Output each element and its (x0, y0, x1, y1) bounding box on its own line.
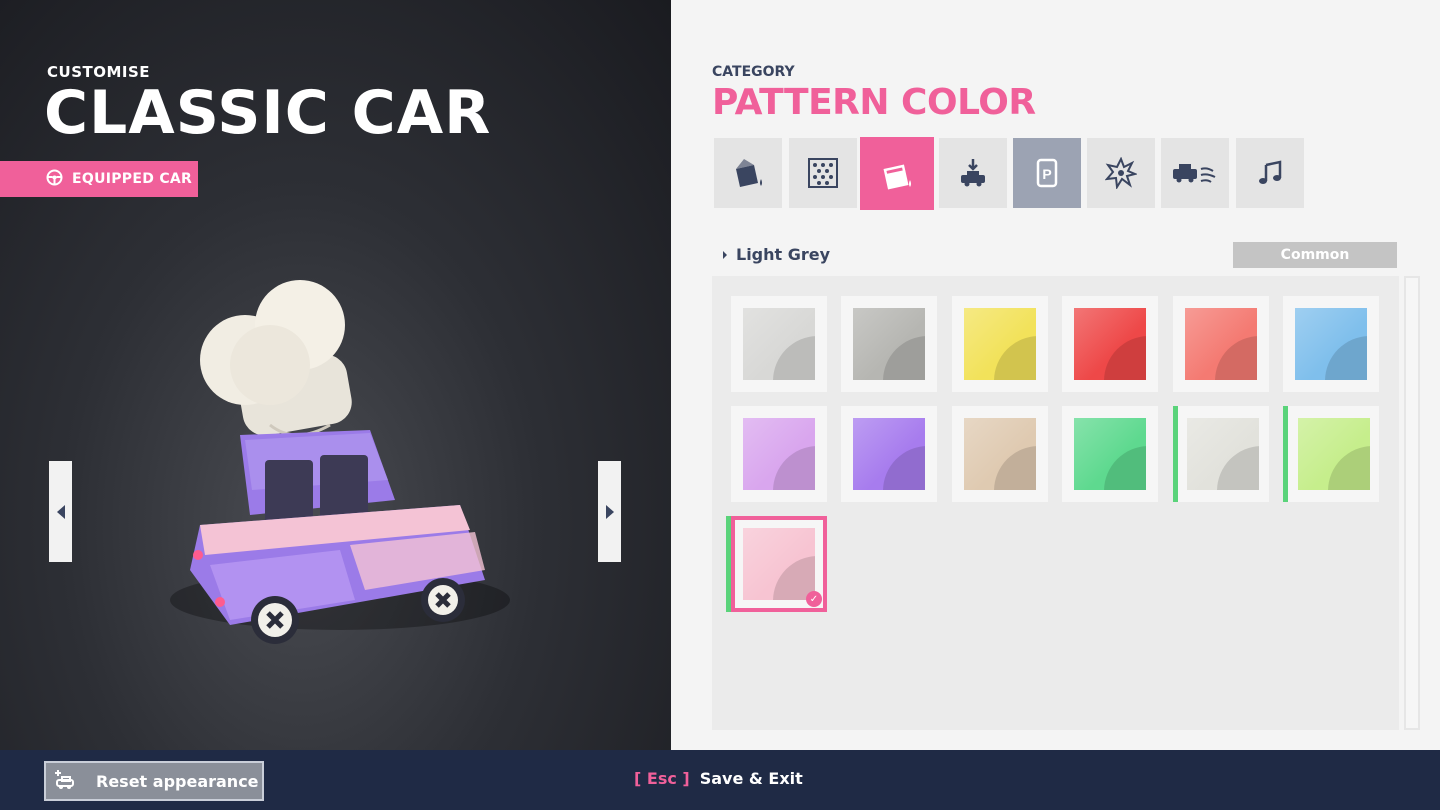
customise-panel: CATEGORY PATTERN COLOR P Light Grey Comm… (671, 0, 1440, 750)
swatch-color (963, 308, 1036, 380)
category-title: PATTERN COLOR (712, 82, 1036, 123)
swatch-scrollbar[interactable] (1404, 276, 1420, 730)
save-exit-label: Save & Exit (699, 769, 803, 788)
paint-bucket-icon (736, 159, 762, 187)
color-swatch[interactable] (951, 296, 1048, 392)
color-swatch[interactable] (1283, 406, 1379, 502)
color-swatch-grid: ✓ (712, 276, 1399, 730)
wheel-icon (421, 578, 465, 622)
swatch-color (853, 418, 926, 490)
color-swatch[interactable] (731, 406, 827, 502)
color-swatch[interactable] (841, 406, 938, 502)
selected-color-name: Light Grey (722, 245, 830, 264)
reset-label: Reset appearance (96, 771, 259, 791)
caret-right-icon (723, 250, 727, 259)
reset-appearance-button[interactable]: Reset appearance (44, 761, 264, 801)
chevron-right-icon (605, 504, 614, 519)
esc-key-label: [ Esc ] (634, 769, 690, 788)
swatch-color (1074, 418, 1147, 490)
checkmark-icon: ✓ (806, 591, 822, 607)
tab-music[interactable] (1236, 138, 1304, 208)
pattern-color-bucket-icon (883, 164, 911, 189)
explosion-icon (1105, 157, 1137, 189)
swatch-color (853, 308, 926, 380)
tab-paint[interactable] (714, 138, 782, 208)
license-plate-icon: P (1036, 158, 1058, 188)
swatch-color (1297, 418, 1370, 490)
swatch-color (1295, 308, 1367, 380)
swatch-color (743, 528, 815, 600)
color-swatch[interactable] (841, 296, 938, 392)
save-exit-hint[interactable]: [ Esc ] Save & Exit (634, 769, 803, 788)
category-label: CATEGORY (712, 64, 795, 80)
chevron-left-icon (56, 504, 65, 519)
equipped-badge: EQUIPPED CAR (0, 161, 198, 197)
color-swatch[interactable] (1062, 406, 1159, 502)
car-preview-panel: CUSTOMISE CLASSIC CAR EQUIPPED CAR (0, 0, 671, 750)
wheel-icon (251, 596, 299, 644)
color-swatch[interactable] (731, 296, 827, 392)
reset-car-icon (54, 768, 76, 794)
steering-wheel-icon (46, 169, 63, 190)
pattern-dots-icon (808, 158, 838, 188)
tab-car-drop[interactable] (939, 138, 1007, 208)
swatch-color (1187, 418, 1260, 490)
tab-license-plate[interactable]: P (1013, 138, 1081, 208)
swatch-color (743, 418, 815, 490)
bottom-bar: Reset appearance [ Esc ] Save & Exit (0, 750, 1440, 810)
previous-car-button[interactable] (49, 461, 72, 562)
swatch-color (1184, 308, 1257, 380)
swatch-color (1074, 308, 1147, 380)
tab-explosion[interactable] (1087, 138, 1155, 208)
color-swatch[interactable] (951, 406, 1048, 502)
color-swatch[interactable] (1283, 296, 1379, 392)
color-name-text: Light Grey (736, 245, 831, 264)
music-note-icon (1259, 160, 1282, 184)
rarity-badge: Common (1233, 242, 1397, 268)
swatch-color (963, 418, 1036, 490)
car-model-preview[interactable] (160, 270, 520, 654)
chef-hat-icon (200, 280, 352, 437)
svg-text:P: P (1042, 166, 1051, 182)
color-swatch[interactable] (1172, 296, 1269, 392)
tab-pattern[interactable] (789, 138, 857, 208)
car-trail-icon (1173, 164, 1216, 183)
tab-car-trail[interactable] (1161, 138, 1229, 208)
next-car-button[interactable] (598, 461, 621, 562)
color-swatch[interactable] (1062, 296, 1159, 392)
car-drop-icon (961, 159, 985, 187)
color-swatch[interactable]: ✓ (731, 516, 827, 612)
page-title: CLASSIC CAR (44, 78, 492, 148)
tab-pattern-color[interactable] (860, 137, 934, 210)
color-swatch[interactable] (1172, 406, 1269, 502)
equipped-label: EQUIPPED CAR (72, 171, 193, 187)
swatch-color (743, 308, 815, 380)
